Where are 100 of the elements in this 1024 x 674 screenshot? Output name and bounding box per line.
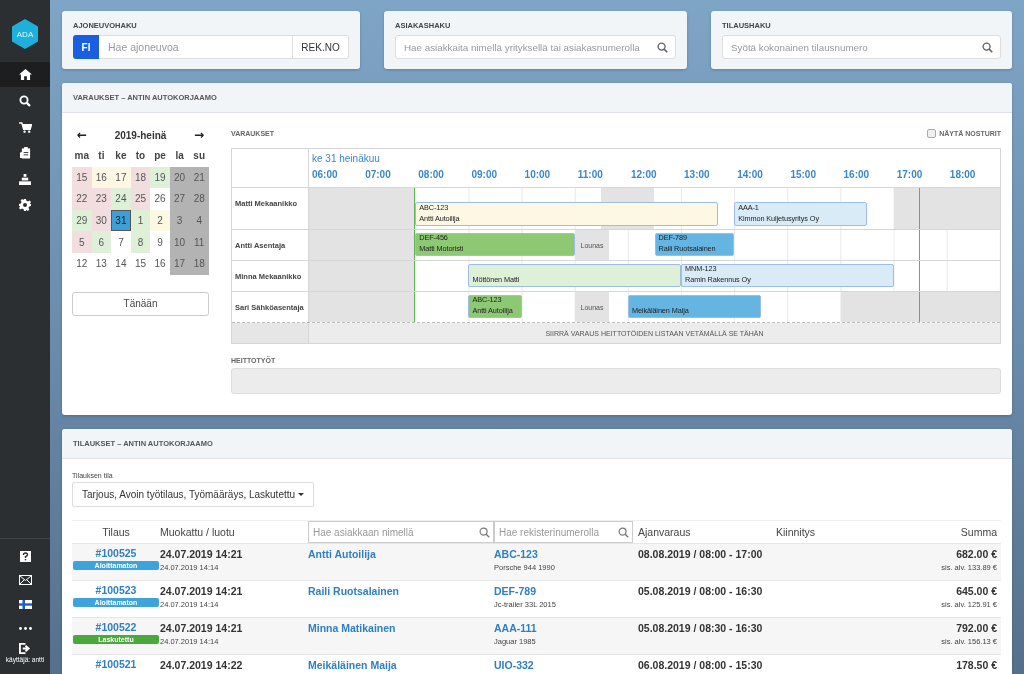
plate-link[interactable]: DEF-789 [494, 585, 633, 597]
customer-search-field[interactable]: Hae asiakkaan nimellä [308, 521, 494, 543]
home-nav-item[interactable] [0, 62, 50, 87]
column-header: Ajanvaraus [637, 525, 692, 540]
month-label: 2019-heinä [114, 129, 167, 141]
customer-link[interactable]: Meikäläinen Maija [308, 659, 494, 671]
modified-time: 24.07.2019 14:22 [160, 659, 244, 671]
search-icon[interactable] [479, 526, 490, 538]
column-header: Muokattu / luotu [160, 525, 236, 540]
weekday-label: ma [73, 149, 90, 164]
search-icon[interactable] [657, 41, 668, 53]
booking-time: 05.08.2019 / 08:00 - 16:30 [638, 585, 764, 597]
hour-label: 18:00 [948, 169, 977, 180]
vehicle-search-field[interactable]: Hae ajoneuvoa [99, 35, 293, 59]
order-link[interactable]: #100525 [95, 547, 137, 559]
calendar-day[interactable]: 28 [189, 188, 209, 210]
calendar-day[interactable]: 10 [169, 231, 190, 253]
search-field[interactable]: Hae asiakkaita nimellä yrityksellä tai asiakasnumerolla [395, 35, 676, 59]
calendar-day[interactable]: 11 [189, 231, 209, 253]
next-month-button[interactable]: → [188, 128, 209, 142]
booking-time: 08.08.2019 / 08:00 - 17:00 [638, 548, 764, 560]
flag-icon [18, 599, 32, 609]
column-header: Kiinnitys [776, 525, 817, 540]
plate-link[interactable]: ABC-123 [494, 548, 633, 560]
calendar-day[interactable]: 29 [72, 209, 92, 232]
booking-time: 06.08.2019 / 08:00 - 15:30 [638, 659, 764, 671]
weekday-label: la [174, 149, 185, 164]
calendar-day[interactable]: 24 [111, 188, 131, 210]
order-link[interactable]: #100523 [95, 584, 137, 596]
search-icon[interactable] [982, 41, 993, 53]
weekday-label: pe [153, 149, 167, 164]
order-sum: 792.00 € [956, 622, 997, 634]
settings-icon [19, 199, 31, 211]
search-icon[interactable] [618, 526, 629, 538]
calendar-day[interactable]: 22 [72, 188, 92, 210]
hour-label: 06:00 [311, 169, 339, 180]
calendar-day[interactable]: 27 [169, 188, 190, 210]
hour-label: 16:00 [842, 169, 871, 180]
order-sum: 682.00 € [956, 548, 997, 560]
plate-link[interactable]: AAA-111 [494, 622, 633, 634]
customer-link[interactable]: Antti Autoilija [308, 548, 494, 560]
plate-link[interactable]: UIO-332 [494, 659, 633, 671]
calendar-day[interactable]: 2 [150, 209, 170, 232]
checkbox[interactable] [927, 128, 937, 138]
column-header: Summa [959, 525, 998, 540]
plate-search-field[interactable]: Hae rekisterinumerolla [494, 521, 633, 543]
weekday-label: ke [114, 149, 128, 164]
calendar-day[interactable]: 31 [111, 209, 131, 232]
calendar-day[interactable]: 20 [169, 166, 190, 189]
order-sum: 178.50 € [956, 659, 997, 671]
today-button[interactable]: Tänään [72, 291, 209, 316]
customer-link[interactable]: Raili Ruotsalainen [308, 585, 494, 597]
order-sum: 645.00 € [956, 585, 997, 597]
clipboard-icon [19, 147, 31, 159]
hour-label: 12:00 [629, 169, 658, 180]
home-icon [18, 69, 32, 80]
weekday-label: to [134, 149, 147, 164]
modified-time: 24.07.2019 14:21 [160, 548, 244, 560]
hour-label: 13:00 [683, 169, 711, 180]
calendar-day[interactable]: 5 [72, 231, 92, 253]
hour-label: 14:00 [736, 169, 764, 180]
logout-icon [19, 643, 31, 654]
calendar-day[interactable]: 15 [72, 166, 92, 189]
plate-button[interactable]: REK.NO [293, 35, 349, 59]
calendar-day[interactable]: 25 [130, 188, 151, 210]
column-header: Tilaus [101, 525, 131, 540]
calendar-day[interactable]: 19 [150, 166, 170, 189]
hour-label: 07:00 [364, 169, 392, 180]
calendar-day[interactable]: 8 [130, 231, 151, 253]
hour-label: 11:00 [576, 169, 604, 180]
status-dropdown[interactable]: Tarjous, Avoin työtilaus, Työmääräys, Laskutettu [72, 482, 315, 507]
stacked-bars-icon [19, 173, 31, 185]
calendar-day[interactable]: 17 [111, 166, 131, 189]
hour-label: 09:00 [470, 169, 499, 180]
hour-label: 08:00 [417, 169, 445, 180]
hour-label: 17:00 [895, 169, 924, 180]
order-link[interactable]: #100521 [95, 658, 137, 670]
order-row[interactable]: #100521 24.07.2019 14:22 Meikäläinen Maija UIO-332 06.08.2019 / 08:00 - 15:30 178.50 € [72, 654, 1001, 674]
cart-icon [18, 121, 32, 133]
search-field[interactable]: Syötä kokonainen tilausnumero [722, 35, 1001, 59]
search-icon [19, 95, 31, 107]
more-icon [18, 626, 32, 630]
date-heading: ke 31 heinäkuu [311, 152, 381, 166]
mail-icon [18, 575, 32, 585]
calendar-day[interactable]: 6 [91, 231, 112, 253]
calendar-day[interactable]: 16 [91, 166, 112, 189]
calendar-day[interactable]: 21 [189, 166, 209, 189]
calendar-day[interactable]: 18 [189, 252, 209, 275]
order-link[interactable]: #100522 [95, 621, 137, 633]
previous-month-button[interactable]: ← [72, 128, 93, 142]
help-icon [19, 550, 31, 562]
booking-time: 05.08.2019 / 08:30 - 16:30 [638, 622, 764, 634]
calendar-day[interactable]: 4 [189, 209, 209, 232]
country-button[interactable]: FI [73, 35, 99, 59]
weekday-label: su [192, 149, 207, 164]
customer-link[interactable]: Minna Matikainen [308, 622, 494, 634]
calendar-day[interactable]: 18 [130, 166, 151, 189]
calendar-day[interactable]: 23 [91, 188, 112, 210]
hour-label: 15:00 [789, 169, 817, 180]
hour-label: 10:00 [523, 169, 552, 180]
